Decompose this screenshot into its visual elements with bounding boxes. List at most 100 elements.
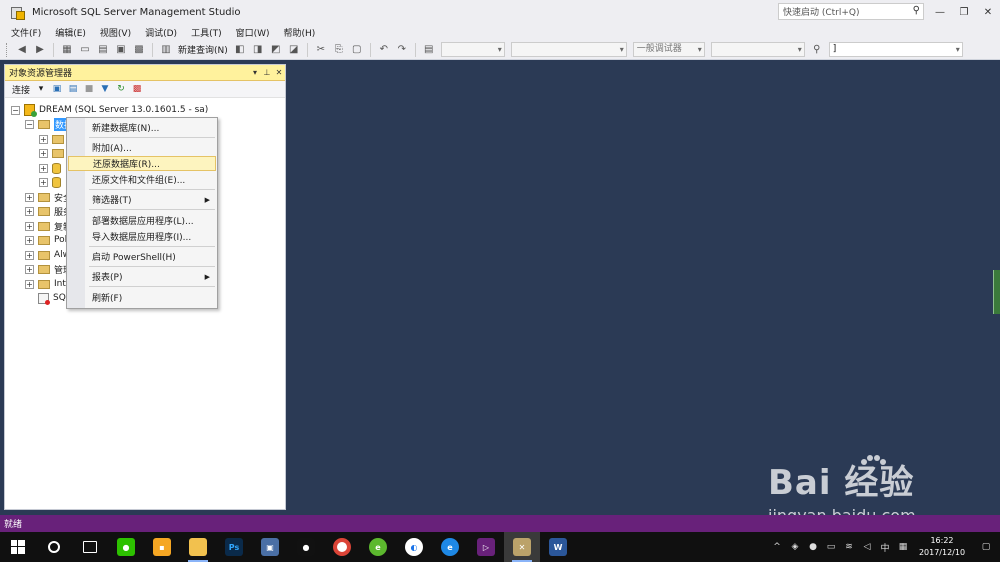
menu-attach[interactable]: 附加(A)...: [68, 140, 216, 155]
taskbar-browser[interactable]: ◐: [396, 532, 432, 562]
expand-icon[interactable]: +: [25, 206, 34, 216]
quick-launch-input[interactable]: 快速启动 (Ctrl+Q) ⚲: [778, 3, 924, 20]
taskbar-clock[interactable]: 16:22 2017/12/10: [912, 535, 972, 559]
restore-button[interactable]: ❐: [952, 0, 976, 24]
taskbar-wechat[interactable]: ●: [108, 532, 144, 562]
taskbar-file-explorer[interactable]: [180, 532, 216, 562]
menu-view[interactable]: 视图(V): [93, 26, 138, 39]
taskbar-ie[interactable]: e: [432, 532, 468, 562]
analysis-query-icon[interactable]: ◨: [251, 43, 265, 57]
open-file-icon[interactable]: ▤: [96, 43, 110, 57]
expand-icon[interactable]: +: [39, 134, 48, 144]
taskbar-visual-studio[interactable]: ▷: [468, 532, 504, 562]
connect-button[interactable]: 连接: [12, 83, 30, 96]
collapse-icon[interactable]: −: [11, 105, 20, 115]
undo-icon[interactable]: ↶: [377, 43, 391, 57]
db-engine-query-icon[interactable]: ◧: [233, 43, 247, 57]
tree-node-integration[interactable]: + Inte: [25, 277, 71, 291]
solution-config-combo[interactable]: [440, 42, 505, 57]
cortana-button[interactable]: [36, 532, 72, 562]
menu-debug[interactable]: 调试(D): [138, 26, 184, 39]
menu-new-database[interactable]: 新建数据库(N)...: [68, 120, 216, 135]
menu-import-data-tier[interactable]: 导入数据层应用程序(I)...: [68, 229, 216, 244]
search-icon[interactable]: ⚲: [913, 5, 920, 16]
taskbar-ssms[interactable]: ✕: [504, 532, 540, 562]
refresh-icon[interactable]: ↻: [115, 83, 127, 95]
close-button[interactable]: ✕: [976, 0, 1000, 24]
menu-refresh[interactable]: 刷新(F): [68, 290, 216, 305]
stop-icon[interactable]: ■: [83, 83, 95, 95]
find-combo[interactable]: [710, 42, 805, 57]
wifi-icon[interactable]: ≋: [840, 542, 858, 552]
new-project-icon[interactable]: ▦: [60, 43, 74, 57]
xmla-query-icon[interactable]: ◪: [287, 43, 301, 57]
tray-chevron-icon[interactable]: ^: [768, 542, 786, 552]
expand-icon[interactable]: +: [25, 279, 34, 289]
platform-combo[interactable]: [510, 42, 627, 57]
side-panel-handle[interactable]: [993, 270, 1000, 314]
pin-icon[interactable]: ⊥: [261, 68, 273, 77]
expand-icon[interactable]: +: [25, 192, 34, 202]
tree-node-snapshots[interactable]: +: [39, 146, 68, 160]
security-shield-icon[interactable]: ◈: [786, 542, 804, 552]
save-all-icon[interactable]: ▩: [132, 43, 146, 57]
activity-monitor-icon[interactable]: ▤: [422, 43, 436, 57]
tree-node-server-objects[interactable]: + 服务: [25, 204, 72, 218]
cut-icon[interactable]: ✂: [314, 43, 328, 57]
taskbar-app-orange[interactable]: ▪: [144, 532, 180, 562]
taskbar-remote[interactable]: ▣: [252, 532, 288, 562]
tree-node-management[interactable]: + 管理: [25, 262, 72, 276]
expand-icon[interactable]: +: [39, 163, 48, 173]
expand-icon[interactable]: +: [39, 177, 48, 187]
connect-dropdown-icon[interactable]: ▾: [35, 83, 47, 95]
menu-start-powershell[interactable]: 启动 PowerShell(H): [68, 249, 216, 264]
tree-node-replication[interactable]: + 复制: [25, 219, 72, 233]
menu-edit[interactable]: 编辑(E): [48, 26, 93, 39]
mdx-query-icon[interactable]: ◩: [269, 43, 283, 57]
new-query-button[interactable]: 新建查询(N): [178, 43, 228, 56]
minimize-button[interactable]: —: [928, 0, 952, 24]
taskbar-qq[interactable]: ●: [288, 532, 324, 562]
paste-icon[interactable]: ▢: [350, 43, 364, 57]
taskbar-360[interactable]: e: [360, 532, 396, 562]
filter-icon[interactable]: ▼: [99, 83, 111, 95]
taskbar-photoshop[interactable]: Ps: [216, 532, 252, 562]
menu-filter[interactable]: 筛选器(T) ▶: [68, 192, 216, 207]
find-in-files-icon[interactable]: ⚲: [810, 43, 824, 57]
save-icon[interactable]: ▣: [114, 43, 128, 57]
new-item-icon[interactable]: ▭: [78, 43, 92, 57]
activity-icon[interactable]: ▩: [131, 83, 143, 95]
new-query-icon[interactable]: ▥: [159, 43, 173, 57]
menu-restore-files[interactable]: 还原文件和文件组(E)...: [68, 172, 216, 187]
menu-restore-database[interactable]: 还原数据库(R)...: [68, 156, 216, 171]
tree-node-polybase[interactable]: + Pol: [25, 233, 67, 247]
back-icon[interactable]: ◀: [15, 43, 29, 57]
right-combo[interactable]: ]: [828, 42, 963, 57]
menu-tools[interactable]: 工具(T): [184, 26, 229, 39]
battery-icon[interactable]: ▭: [822, 542, 840, 552]
panel-dropdown-icon[interactable]: ▾: [249, 68, 261, 77]
tree-node-always-on[interactable]: + Alw: [25, 248, 70, 262]
tree-node-database[interactable]: +: [39, 161, 65, 175]
redo-icon[interactable]: ↷: [395, 43, 409, 57]
tree-node-server[interactable]: − DREAM (SQL Server 13.0.1601.5 - sa): [11, 103, 208, 117]
expand-icon[interactable]: +: [25, 221, 34, 231]
volume-icon[interactable]: ◁: [858, 542, 876, 552]
collapse-icon[interactable]: −: [25, 119, 34, 129]
start-button[interactable]: [0, 532, 36, 562]
panel-close-icon[interactable]: ✕: [273, 68, 285, 77]
forward-icon[interactable]: ▶: [33, 43, 47, 57]
expand-icon[interactable]: +: [25, 264, 34, 274]
menu-file[interactable]: 文件(F): [4, 26, 48, 39]
menu-window[interactable]: 窗口(W): [229, 26, 277, 39]
expand-icon[interactable]: +: [25, 235, 34, 245]
tree-node-security[interactable]: + 安全: [25, 190, 72, 204]
menu-deploy-data-tier[interactable]: 部署数据层应用程序(L)...: [68, 213, 216, 228]
copy-icon[interactable]: ⎘: [332, 43, 346, 57]
menu-reports[interactable]: 报表(P) ▶: [68, 269, 216, 284]
taskbar-chrome[interactable]: [324, 532, 360, 562]
disconnect-icon[interactable]: ▤: [67, 83, 79, 95]
notification-icon[interactable]: ▢: [972, 542, 1000, 552]
menu-help[interactable]: 帮助(H): [277, 26, 323, 39]
debugger-combo[interactable]: 一般调试器: [632, 42, 705, 57]
